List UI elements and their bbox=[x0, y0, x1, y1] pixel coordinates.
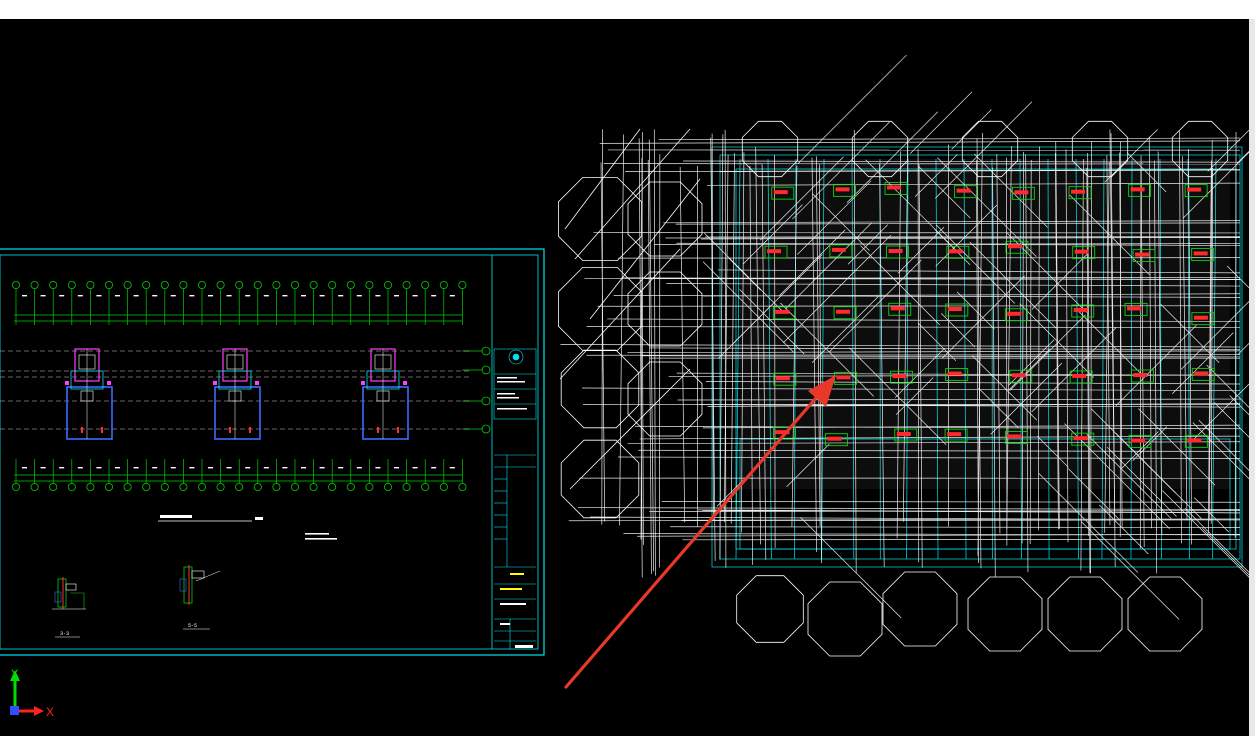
ucs-axis-icon: Y X bbox=[4, 668, 64, 728]
right-axis-bubbles bbox=[462, 346, 491, 434]
red-pointer-arrow-icon bbox=[564, 375, 836, 689]
wireframe-model-view[interactable] bbox=[558, 54, 1255, 657]
ucs-y-label: Y bbox=[11, 668, 19, 680]
ucs-x-label: X bbox=[46, 705, 54, 719]
title-block-text bbox=[497, 377, 533, 648]
section-label-5-5: 5-5 bbox=[188, 623, 197, 629]
right-scroll-edge[interactable] bbox=[1249, 19, 1255, 736]
top-axis-bubbles bbox=[11, 280, 467, 325]
drawing-sheet[interactable]: 3-3 5-5 bbox=[0, 248, 545, 656]
top-menu-bar bbox=[0, 0, 1255, 19]
section-detail-5-5: 5-5 bbox=[179, 565, 221, 630]
plan-title bbox=[158, 515, 263, 522]
top-axis-grid bbox=[14, 314, 462, 322]
section-detail-3-3: 3-3 bbox=[52, 577, 86, 638]
bottom-axis-grid bbox=[14, 474, 462, 482]
cad-drawing-canvas[interactable]: 3-3 5-5 bbox=[0, 19, 1255, 736]
dense-core-highlight bbox=[740, 159, 1230, 489]
sheet-inner-frame bbox=[0, 254, 539, 650]
section-label-3-3: 3-3 bbox=[60, 631, 69, 637]
stair-elevator-cores bbox=[65, 348, 409, 440]
plan-notes bbox=[305, 533, 337, 540]
